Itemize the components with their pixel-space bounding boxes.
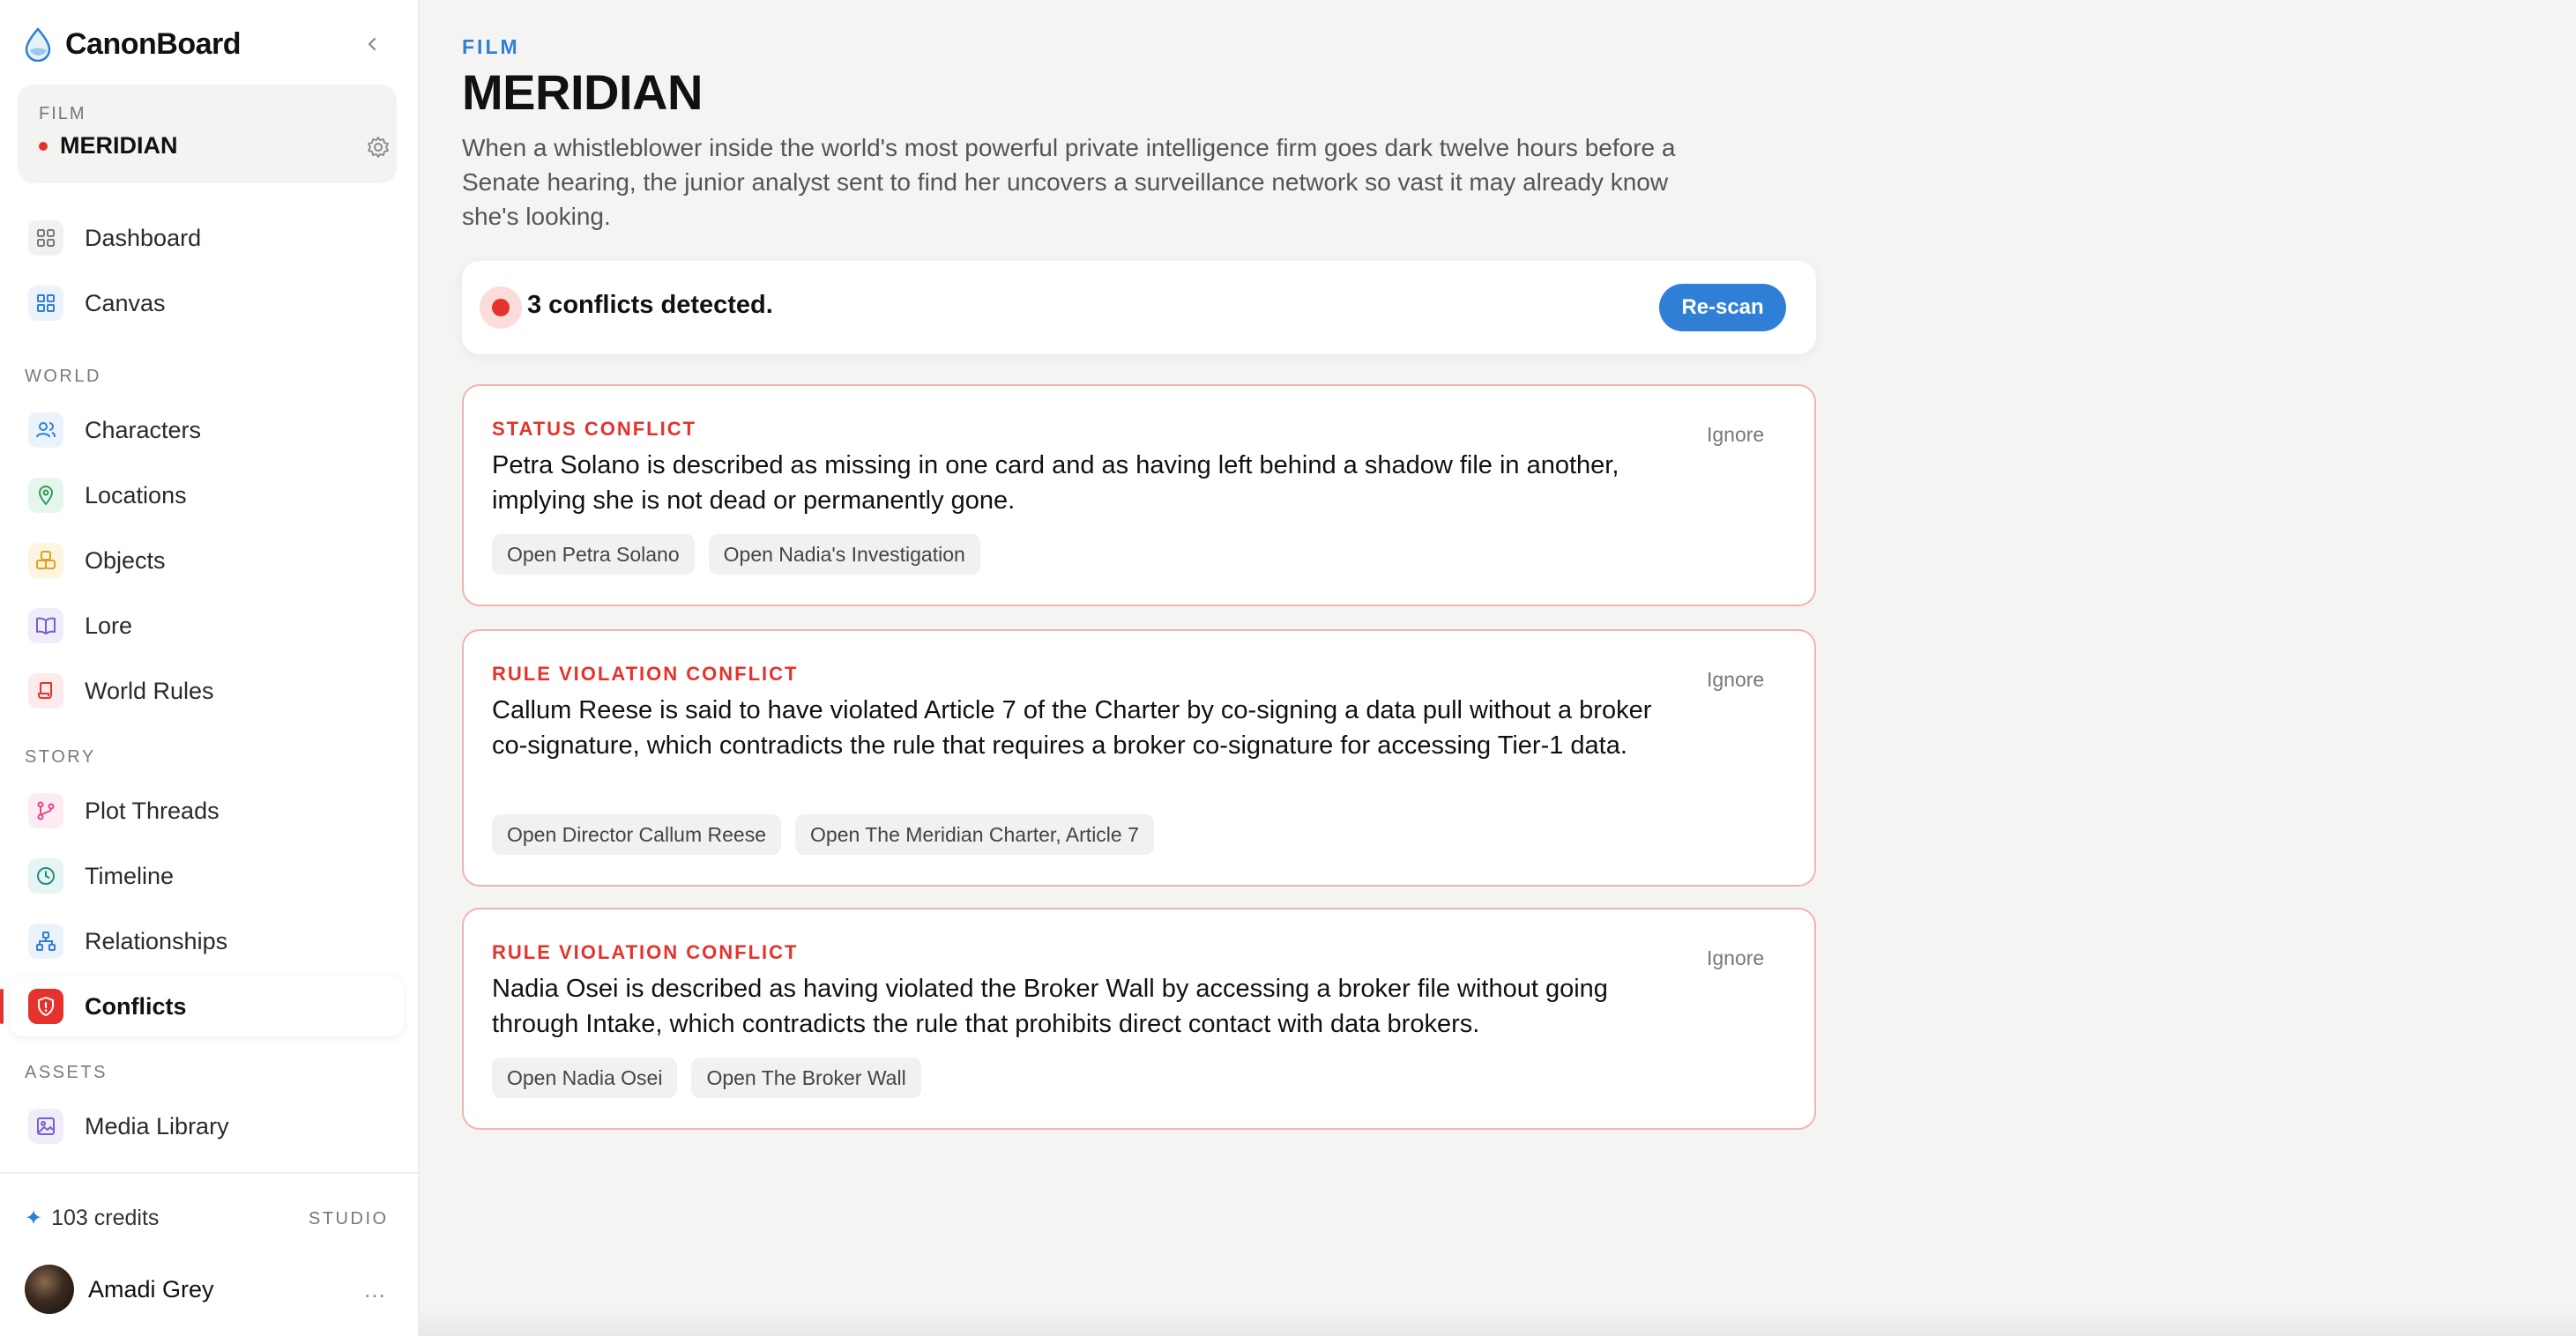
sidebar-divider: [0, 1172, 420, 1174]
book-icon: [28, 608, 63, 643]
nav-item-world-rules[interactable]: World Rules: [11, 661, 404, 721]
nav-label: Characters: [85, 416, 202, 443]
nav-section-assets: ASSETS: [25, 1063, 108, 1082]
conflict-card: RULE VIOLATION CONFLICT Ignore Callum Re…: [462, 629, 1816, 887]
hierarchy-icon: [28, 924, 63, 959]
nav-label: Objects: [85, 546, 166, 574]
nav-label: World Rules: [85, 677, 214, 704]
credits-counter[interactable]: ✦ 103 credits: [25, 1206, 159, 1231]
nav-section-story: STORY: [25, 747, 96, 767]
nav-item-lore[interactable]: Lore: [11, 596, 404, 656]
nav-label: Locations: [85, 481, 187, 508]
credits-label: 103 credits: [51, 1206, 160, 1230]
nav-label: Media Library: [85, 1112, 229, 1139]
page-kicker: FILM: [462, 35, 520, 58]
collapse-sidebar-button[interactable]: [356, 28, 388, 60]
open-link-chip[interactable]: Open The Meridian Charter, Article 7: [795, 814, 1154, 855]
gear-icon[interactable]: [365, 134, 391, 160]
project-type: FILM: [39, 104, 86, 123]
user-profile[interactable]: Amadi Grey: [25, 1264, 214, 1315]
nav-section-world: WORLD: [25, 367, 101, 386]
ignore-button[interactable]: Ignore: [1707, 668, 1764, 692]
nav-item-plot-threads[interactable]: Plot Threads: [11, 781, 404, 841]
conflict-description: Nadia Osei is described as having violat…: [492, 975, 1608, 1038]
rescan-button[interactable]: Re-scan: [1659, 284, 1786, 331]
nav-item-objects[interactable]: Objects: [11, 531, 404, 590]
clock-icon: [28, 858, 63, 894]
open-link-chip[interactable]: Open Nadia's Investigation: [708, 534, 980, 575]
app-name: CanonBoard: [65, 26, 242, 61]
conflict-description: Petra Solano is described as missing in …: [492, 451, 1619, 515]
ignore-button[interactable]: Ignore: [1707, 423, 1764, 447]
open-link-chip[interactable]: Open The Broker Wall: [691, 1058, 921, 1098]
brand[interactable]: CanonBoard: [23, 25, 242, 63]
conflict-type: RULE VIOLATION CONFLICT: [492, 941, 799, 963]
nav-label: Timeline: [85, 862, 175, 889]
nav-label: Relationships: [85, 927, 228, 954]
branch-icon: [28, 793, 63, 828]
alert-dot-icon: [480, 286, 522, 329]
user-name: Amadi Grey: [88, 1275, 214, 1303]
page-title: MERIDIAN: [462, 64, 703, 120]
conflict-type: RULE VIOLATION CONFLICT: [492, 663, 799, 685]
canvas-icon: [28, 286, 63, 321]
open-link-chip[interactable]: Open Director Callum Reese: [492, 814, 782, 855]
conflict-card: RULE VIOLATION CONFLICT Ignore Nadia Ose…: [462, 908, 1816, 1130]
image-icon: [28, 1109, 63, 1144]
project-switcher[interactable]: FILM MERIDIAN: [18, 85, 397, 183]
open-link-chip[interactable]: Open Petra Solano: [492, 534, 695, 575]
nav-label: Conflicts: [85, 992, 187, 1020]
plan-badge: STUDIO: [309, 1209, 389, 1228]
dashboard-icon: [28, 220, 63, 256]
nav-item-timeline[interactable]: Timeline: [11, 846, 404, 906]
nav-item-canvas[interactable]: Canvas: [11, 273, 404, 333]
nav-item-relationships[interactable]: Relationships: [11, 911, 404, 971]
conflict-links: Open Petra Solano Open Nadia's Investiga…: [492, 534, 994, 575]
nav-label: Canvas: [85, 289, 166, 316]
shield-alert-icon: [28, 989, 63, 1024]
project-name-label: MERIDIAN: [60, 132, 178, 159]
nav-item-conflicts[interactable]: Conflicts: [0, 976, 404, 1036]
location-pin-icon: [28, 478, 63, 513]
conflict-card: STATUS CONFLICT Ignore Petra Solano is d…: [462, 384, 1816, 606]
project-name: MERIDIAN: [39, 132, 178, 160]
avatar: [25, 1265, 74, 1314]
objects-icon: [28, 543, 63, 578]
nav-label: Dashboard: [85, 224, 202, 251]
nav-item-locations[interactable]: Locations: [11, 465, 404, 525]
water-drop-logo-icon: [25, 27, 51, 62]
project-logline: When a whistleblower inside the world's …: [462, 134, 1676, 230]
conflict-links: Open Nadia Osei Open The Broker Wall: [492, 1058, 935, 1098]
conflict-count-text: 3 conflicts detected.: [527, 291, 773, 319]
conflict-description: Callum Reese is said to have violated Ar…: [492, 696, 1652, 760]
ignore-button[interactable]: Ignore: [1707, 946, 1764, 970]
conflict-type: STATUS CONFLICT: [492, 418, 697, 440]
nav-label: Plot Threads: [85, 797, 220, 824]
project-status-dot: [39, 141, 48, 151]
more-options-icon[interactable]: …: [363, 1276, 388, 1303]
open-link-chip[interactable]: Open Nadia Osei: [492, 1058, 678, 1098]
sparkle-icon: ✦: [25, 1206, 43, 1230]
nav-item-characters[interactable]: Characters: [11, 400, 404, 460]
bottom-scroll-shadow: [420, 1310, 2576, 1336]
nav-item-media-library[interactable]: Media Library: [11, 1096, 404, 1156]
scroll-icon: [28, 673, 63, 709]
characters-icon: [28, 412, 63, 448]
nav-item-dashboard[interactable]: Dashboard: [11, 208, 404, 268]
chevron-left-icon: [368, 37, 376, 51]
conflict-links: Open Director Callum Reese Open The Meri…: [492, 814, 1168, 855]
conflict-summary-bar: 3 conflicts detected. Re-scan: [462, 261, 1816, 354]
sidebar: CanonBoard FILM MERIDIAN Dashboard Canva…: [0, 0, 420, 1336]
nav-label: Lore: [85, 612, 133, 639]
